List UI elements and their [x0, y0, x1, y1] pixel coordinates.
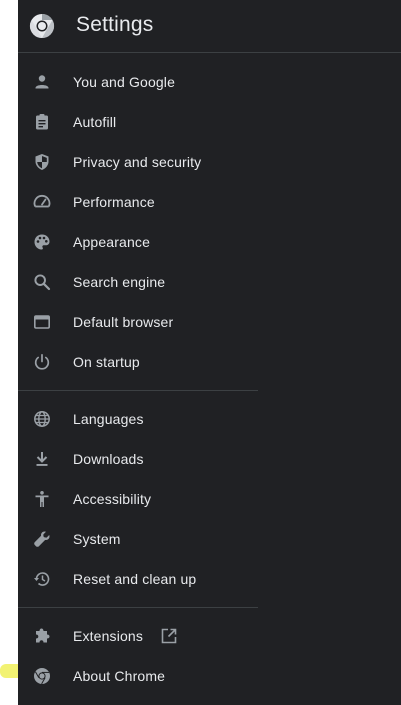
download-icon: [33, 450, 51, 468]
restore-icon: [33, 570, 51, 588]
sidebar-item-label: Privacy and security: [73, 154, 202, 170]
sidebar-item-default-browser[interactable]: Default browser: [18, 302, 258, 342]
search-icon: [33, 273, 51, 291]
palette-icon: [33, 233, 51, 251]
sidebar-item-about-chrome[interactable]: About Chrome: [18, 656, 258, 696]
sidebar-item-downloads[interactable]: Downloads: [18, 439, 258, 479]
open-in-new-icon[interactable]: [160, 627, 178, 645]
sidebar-item-label: Autofill: [73, 114, 117, 130]
sidebar-item-autofill[interactable]: Autofill: [18, 102, 258, 142]
shield-icon: [33, 153, 51, 171]
sidebar-item-accessibility[interactable]: Accessibility: [18, 479, 258, 519]
sidebar-item-reset-and-clean-up[interactable]: Reset and clean up: [18, 559, 258, 599]
sidebar-item-on-startup[interactable]: On startup: [18, 342, 258, 382]
power-icon: [33, 353, 51, 371]
sidebar-item-search-engine[interactable]: Search engine: [18, 262, 258, 302]
sidebar-item-appearance[interactable]: Appearance: [18, 222, 258, 262]
accessibility-icon: [33, 490, 51, 508]
chrome-logo-icon: [29, 13, 55, 39]
browser-window-icon: [33, 313, 51, 331]
chrome-logo-icon: [33, 667, 51, 685]
sidebar-item-label: Reset and clean up: [73, 571, 197, 587]
sidebar-item-label: Extensions: [73, 628, 143, 644]
sidebar-item-extensions[interactable]: Extensions: [18, 616, 258, 656]
sidebar-item-label: On startup: [73, 354, 140, 370]
sidebar-item-label: Accessibility: [73, 491, 152, 507]
sidebar-item-label: System: [73, 531, 121, 547]
sidebar-item-label: Performance: [73, 194, 155, 210]
sidebar-item-label: Default browser: [73, 314, 174, 330]
sidebar-item-label: About Chrome: [73, 668, 166, 684]
speedometer-icon: [33, 193, 51, 211]
sidebar-item-label: Appearance: [73, 234, 151, 250]
globe-icon: [33, 410, 51, 428]
settings-header: Settings: [18, 0, 401, 53]
page: Settings You and Google Autofill Privacy…: [0, 0, 401, 705]
puzzle-icon: [33, 627, 51, 645]
sidebar-item-privacy-and-security[interactable]: Privacy and security: [18, 142, 258, 182]
sidebar-item-label: Search engine: [73, 274, 166, 290]
sidebar-item-label: You and Google: [73, 74, 176, 90]
section-divider: [18, 607, 258, 608]
clipboard-icon: [33, 113, 51, 131]
sidebar-item-system[interactable]: System: [18, 519, 258, 559]
wrench-icon: [33, 530, 51, 548]
sidebar-item-you-and-google[interactable]: You and Google: [18, 62, 258, 102]
person-icon: [33, 73, 51, 91]
sidebar-item-label: Languages: [73, 411, 144, 427]
section-divider: [18, 390, 258, 391]
sidebar-item-label: Downloads: [73, 451, 144, 467]
page-title: Settings: [76, 13, 154, 36]
sidebar-item-languages[interactable]: Languages: [18, 399, 258, 439]
settings-sidebar: Settings You and Google Autofill Privacy…: [18, 0, 401, 705]
sidebar-item-performance[interactable]: Performance: [18, 182, 258, 222]
